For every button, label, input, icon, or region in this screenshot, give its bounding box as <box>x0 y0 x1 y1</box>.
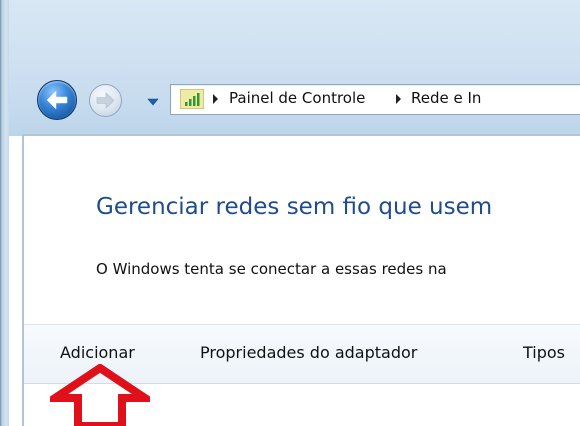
breadcrumb-control-panel[interactable]: Painel de Controle <box>229 89 365 107</box>
red-up-arrow-icon <box>41 363 159 426</box>
add-button[interactable]: Adicionar <box>60 343 135 362</box>
window-chrome <box>9 0 580 136</box>
page-title: Gerenciar redes sem fio que usem <box>96 194 493 220</box>
address-bar[interactable]: Painel de Controle Rede e In <box>170 84 580 115</box>
explorer-window: Painel de Controle Rede e In Gerenciar r… <box>0 0 580 426</box>
forward-button[interactable] <box>89 84 122 117</box>
chevron-down-icon <box>147 98 159 106</box>
breadcrumb-network[interactable]: Rede e In <box>411 89 481 107</box>
breadcrumb-separator-icon[interactable] <box>213 94 218 104</box>
window-left-frame <box>0 0 9 426</box>
breadcrumb-separator-icon[interactable] <box>396 94 401 104</box>
network-signal-icon <box>179 88 205 110</box>
recent-pages-button[interactable] <box>146 93 160 106</box>
profile-types-button[interactable]: Tipos <box>523 343 565 362</box>
forward-arrow-icon <box>96 92 115 109</box>
page-description: O Windows tenta se conectar a essas rede… <box>96 260 447 278</box>
back-button[interactable] <box>37 80 77 120</box>
back-arrow-icon <box>46 90 68 110</box>
adapter-properties-button[interactable]: Propriedades do adaptador <box>200 343 417 362</box>
